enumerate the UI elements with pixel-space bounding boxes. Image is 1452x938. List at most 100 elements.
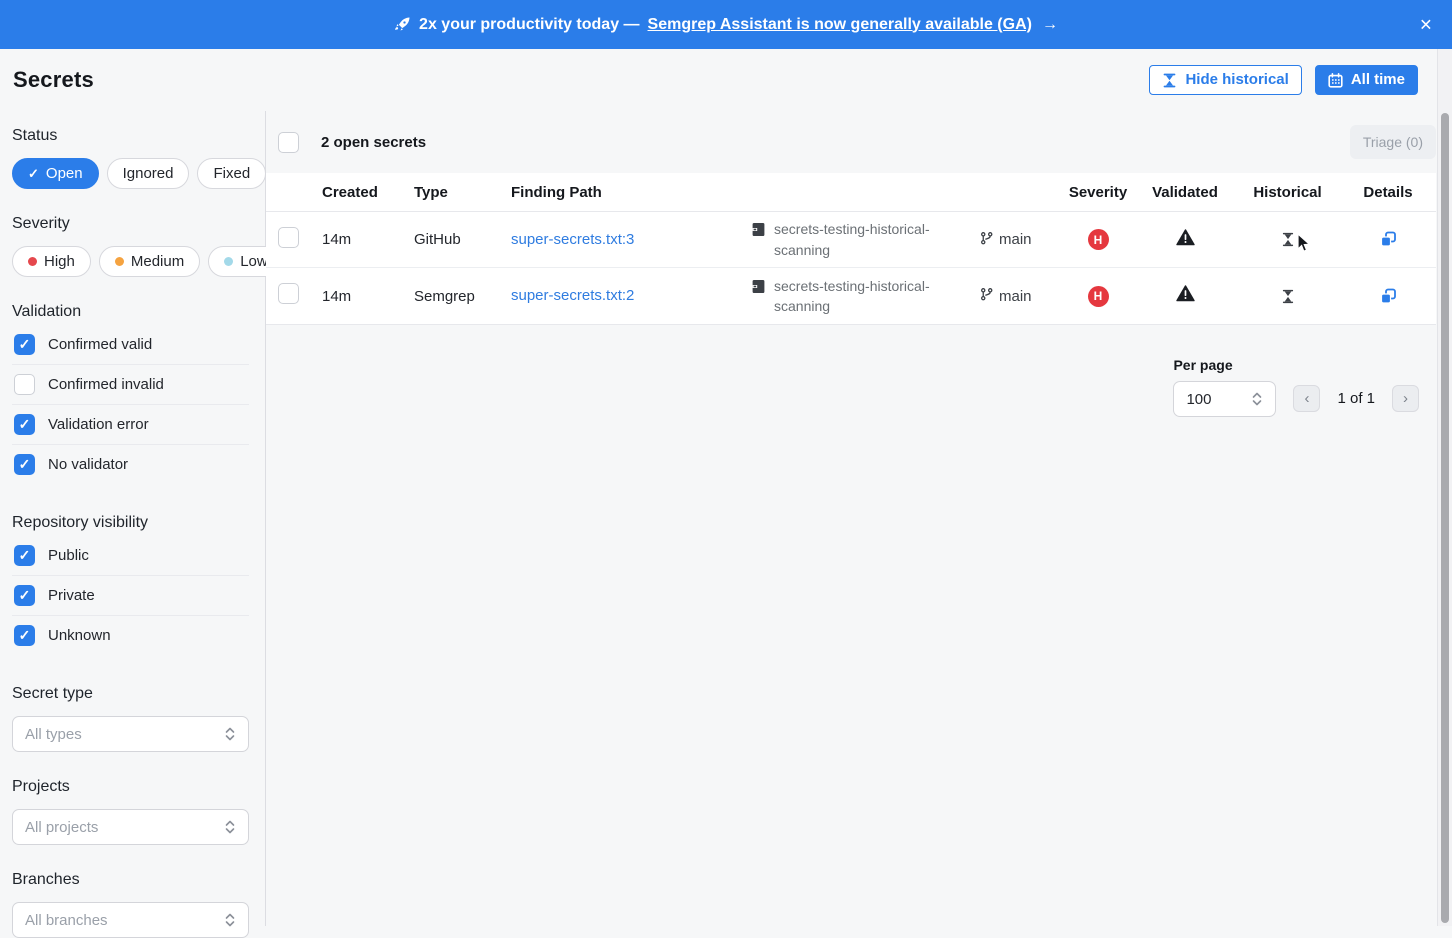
close-icon: × (1420, 13, 1432, 36)
open-details-icon[interactable] (1377, 285, 1400, 308)
open-secrets-count: 2 open secrets (321, 134, 426, 151)
projects-select[interactable]: All projects (12, 809, 249, 845)
triage-button[interactable]: Triage (0) (1350, 125, 1436, 159)
secret-type-select[interactable]: All types (12, 716, 249, 752)
page-info: 1 of 1 (1337, 390, 1375, 407)
confirmed-invalid-label: Confirmed invalid (48, 376, 164, 393)
per-page-value: 100 (1186, 391, 1211, 408)
checkbox-checked-icon: ✓ (14, 454, 35, 475)
checkbox-checked-icon: ✓ (14, 625, 35, 646)
warning-triangle-icon (1176, 285, 1195, 307)
filter-private[interactable]: ✓ Private (12, 576, 249, 616)
status-pill-open[interactable]: ✓ Open (12, 158, 99, 189)
all-time-button[interactable]: All time (1315, 65, 1418, 95)
projects-heading: Projects (12, 778, 249, 796)
banner-link[interactable]: Semgrep Assistant is now generally avail… (648, 16, 1032, 34)
rocket-icon (394, 16, 411, 33)
chevron-left-icon: ‹ (1304, 390, 1309, 407)
banner-close-button[interactable]: × (1420, 14, 1432, 35)
type-cell: GitHub (414, 231, 511, 248)
filter-unknown[interactable]: ✓ Unknown (12, 616, 249, 655)
col-finding-path: Finding Path (511, 184, 752, 201)
filter-validation-error[interactable]: ✓ Validation error (12, 405, 249, 445)
validation-error-label: Validation error (48, 416, 149, 433)
finding-path-link[interactable]: super-secrets.txt:3 (511, 231, 634, 248)
status-fixed-label: Fixed (213, 165, 250, 182)
vertical-scrollbar-track[interactable] (1437, 49, 1452, 926)
status-heading: Status (12, 127, 249, 145)
severity-pill-high[interactable]: High (12, 246, 91, 277)
severity-pill-medium[interactable]: Medium (99, 246, 200, 277)
row-checkbox[interactable] (278, 227, 299, 248)
next-page-button[interactable]: › (1392, 385, 1419, 412)
finding-path-link[interactable]: super-secrets.txt:2 (511, 287, 634, 304)
git-branch-icon (980, 287, 993, 305)
row-checkbox[interactable] (278, 283, 299, 304)
chevron-updown-icon (224, 726, 236, 742)
chevron-updown-icon (224, 819, 236, 835)
all-time-label: All time (1351, 71, 1405, 89)
severity-low-label: Low (240, 253, 268, 270)
repo-name: secrets-testing-historical-scanning (774, 219, 952, 260)
created-cell: 14m (322, 288, 414, 305)
checkbox-checked-icon: ✓ (14, 585, 35, 606)
repo-icon (752, 276, 765, 298)
col-details: Details (1340, 184, 1436, 201)
table-row: 14m Semgrep super-secrets.txt:2 secrets-… (266, 268, 1436, 324)
repo-cell: secrets-testing-historical-scanning (752, 276, 980, 317)
select-all-checkbox[interactable] (278, 132, 299, 153)
header-actions: Hide historical All time (1149, 65, 1418, 95)
page-header: Secrets Hide historical All time (0, 49, 1452, 111)
low-severity-dot-icon (224, 257, 233, 266)
checkbox-checked-icon: ✓ (14, 545, 35, 566)
repo-cell: secrets-testing-historical-scanning (752, 219, 980, 260)
branch-name: main (999, 288, 1032, 305)
severity-high-label: High (44, 253, 75, 270)
hourglass-icon (1162, 73, 1177, 88)
medium-severity-dot-icon (115, 257, 124, 266)
filter-confirmed-valid[interactable]: ✓ Confirmed valid (12, 325, 249, 365)
announcement-banner: 2x your productivity today — Semgrep Ass… (0, 0, 1452, 49)
filters-sidebar: Status ✓ Open Ignored Fixed Severity H (0, 111, 266, 926)
calendar-icon (1328, 73, 1343, 88)
no-validator-label: No validator (48, 456, 128, 473)
status-ignored-label: Ignored (123, 165, 174, 182)
hide-historical-label: Hide historical (1185, 71, 1288, 89)
table-row: 14m GitHub super-secrets.txt:3 secrets-t… (266, 212, 1436, 268)
projects-value: All projects (25, 819, 98, 836)
status-open-label: Open (46, 165, 83, 182)
open-details-icon[interactable] (1377, 228, 1400, 251)
filter-confirmed-invalid[interactable]: Confirmed invalid (12, 365, 249, 405)
status-pill-ignored[interactable]: Ignored (107, 158, 190, 189)
prev-page-button[interactable]: ‹ (1293, 385, 1320, 412)
repo-name: secrets-testing-historical-scanning (774, 276, 952, 317)
col-validated: Validated (1135, 184, 1235, 201)
high-severity-dot-icon (28, 257, 37, 266)
arrow-right-icon: → (1042, 16, 1058, 34)
status-pill-fixed[interactable]: Fixed (197, 158, 266, 189)
per-page-label: Per page (1173, 357, 1276, 373)
banner-text: 2x your productivity today — (419, 16, 639, 34)
per-page-select[interactable]: 100 (1173, 381, 1276, 417)
validation-heading: Validation (12, 303, 249, 321)
chevron-right-icon: › (1403, 390, 1408, 407)
historical-hourglass-icon[interactable] (1279, 230, 1297, 249)
hide-historical-button[interactable]: Hide historical (1149, 65, 1301, 95)
filter-public[interactable]: ✓ Public (12, 536, 249, 576)
chevron-updown-icon (1251, 391, 1263, 407)
branch-name: main (999, 231, 1032, 248)
historical-hourglass-icon[interactable] (1279, 287, 1297, 306)
filter-no-validator[interactable]: ✓ No validator (12, 445, 249, 484)
confirmed-valid-label: Confirmed valid (48, 336, 152, 353)
col-severity: Severity (1061, 184, 1135, 201)
secret-type-value: All types (25, 726, 82, 743)
check-icon: ✓ (28, 166, 39, 182)
git-branch-icon (980, 231, 993, 249)
vertical-scrollbar-thumb[interactable] (1441, 113, 1449, 923)
checkbox-checked-icon: ✓ (14, 334, 35, 355)
branch-cell: main (980, 287, 1061, 305)
col-type: Type (414, 184, 511, 201)
table-header-row: Created Type Finding Path Severity Valid… (266, 173, 1436, 212)
repo-visibility-heading: Repository visibility (12, 514, 249, 532)
branches-select[interactable]: All branches (12, 902, 249, 938)
